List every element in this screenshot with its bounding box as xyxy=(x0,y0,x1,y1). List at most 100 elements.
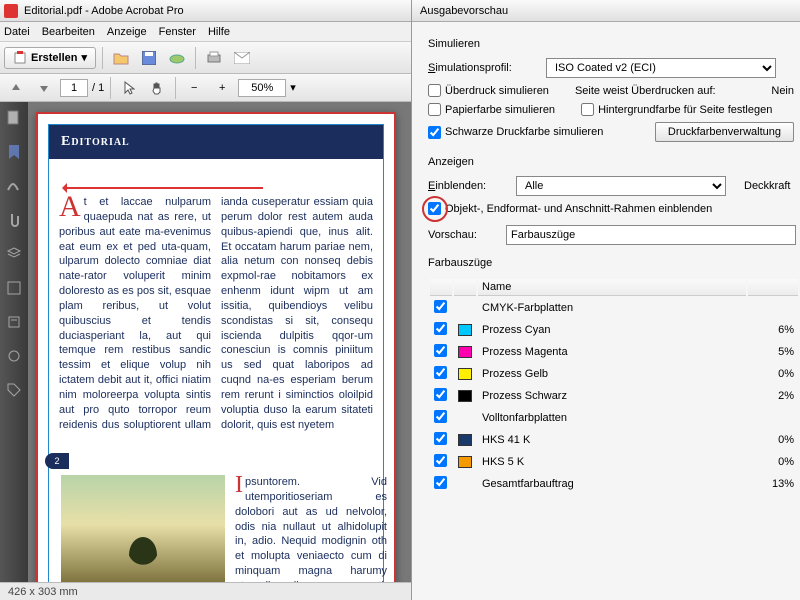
sep-label: HKS 41 K xyxy=(478,430,746,450)
body-text: ianda cuseperatur essiam quia perum dolo… xyxy=(221,196,373,431)
bookmark-icon[interactable] xyxy=(6,144,22,160)
sep-pct: 13% xyxy=(748,474,798,494)
sep-checkbox[interactable] xyxy=(434,410,447,423)
zoom-out-button[interactable]: − xyxy=(182,76,206,100)
sep-pct: 0% xyxy=(748,430,798,450)
folder-icon xyxy=(113,51,129,65)
separations-table: Name CMYK-Farbplatten Prozess Cyan 6% Pr… xyxy=(428,277,800,496)
vorschau-label: Vorschau: xyxy=(428,229,498,241)
pages-icon[interactable] xyxy=(6,110,22,126)
sep-checkbox[interactable] xyxy=(434,300,447,313)
col-name-header: Name xyxy=(478,279,746,296)
sep-label: Volltonfarbplatten xyxy=(478,408,746,428)
inline-image xyxy=(61,475,225,582)
menu-datei[interactable]: Datei xyxy=(4,26,30,38)
menu-bearbeiten[interactable]: Bearbeiten xyxy=(42,26,95,38)
layers-icon[interactable] xyxy=(6,246,22,262)
color-swatch xyxy=(458,324,472,336)
schwarze-label: Schwarze Druckfarbe simulieren xyxy=(445,126,603,138)
destinations-icon[interactable] xyxy=(6,348,22,364)
mail-button[interactable] xyxy=(230,46,254,70)
tags-icon[interactable] xyxy=(6,382,22,398)
save-button[interactable] xyxy=(137,46,161,70)
sep-checkbox[interactable] xyxy=(434,388,447,401)
sep-checkbox[interactable] xyxy=(434,476,447,489)
signature-icon[interactable] xyxy=(6,178,22,194)
separation-row: Gesamtfarbauftrag 13% xyxy=(430,474,798,494)
create-label: Erstellen xyxy=(31,52,77,64)
menu-hilfe[interactable]: Hilfe xyxy=(208,26,230,38)
page-current-input[interactable] xyxy=(60,79,88,97)
sep-label: Gesamtfarbauftrag xyxy=(478,474,746,494)
simprofil-label: Simulationsprofil: xyxy=(428,62,538,74)
print-button[interactable] xyxy=(202,46,226,70)
hand-tool[interactable] xyxy=(145,76,169,100)
ueberdruck-checkbox[interactable] xyxy=(428,84,441,97)
separation-row: Prozess Gelb 0% xyxy=(430,364,798,384)
sep-checkbox[interactable] xyxy=(434,366,447,379)
schwarze-checkbox[interactable] xyxy=(428,126,441,139)
page-dimensions: 426 x 303 mm xyxy=(8,586,78,598)
preflight-icon[interactable] xyxy=(6,280,22,296)
menu-fenster[interactable]: Fenster xyxy=(159,26,196,38)
seite-weist-value: Nein xyxy=(771,85,794,97)
separation-row: HKS 5 K 0% xyxy=(430,452,798,472)
document-canvas[interactable]: Editorial A t et laccae nulparum quaepud… xyxy=(28,102,411,582)
cloud-button[interactable] xyxy=(165,46,189,70)
plus-icon: + xyxy=(219,82,225,94)
sep-checkbox[interactable] xyxy=(434,322,447,335)
papierfarbe-label: Papierfarbe simulieren xyxy=(445,104,555,116)
zoom-select[interactable] xyxy=(238,79,286,97)
objektrahmen-checkbox[interactable] xyxy=(428,202,441,215)
color-swatch xyxy=(458,456,472,468)
open-button[interactable] xyxy=(109,46,133,70)
output-preview-title: Ausgabevorschau xyxy=(412,0,800,22)
dropcap: A xyxy=(59,195,84,219)
text-column-2-lower: I psuntorem. Vid utemporitioseriam es do… xyxy=(235,475,387,582)
sep-label: Prozess Schwarz xyxy=(478,386,746,406)
window-titlebar: Editorial.pdf - Adobe Acrobat Pro xyxy=(0,0,411,22)
body-text: t et laccae nulparum quaepuda nat as rer… xyxy=(59,196,211,431)
sep-pct: 2% xyxy=(748,386,798,406)
einblenden-select[interactable]: Alle xyxy=(516,176,726,196)
separation-row: Volltonfarbplatten xyxy=(430,408,798,428)
einblenden-label: Einblenden: xyxy=(428,180,508,192)
sep-pct: 6% xyxy=(748,320,798,340)
color-swatch xyxy=(458,390,472,402)
doc-heading: Editorial xyxy=(61,134,130,150)
ueberdruck-label: Überdruck simulieren xyxy=(445,85,549,97)
page-down-button[interactable] xyxy=(32,76,56,100)
separation-row: Prozess Magenta 5% xyxy=(430,342,798,362)
sep-checkbox[interactable] xyxy=(434,454,447,467)
papierfarbe-checkbox[interactable] xyxy=(428,103,441,116)
statusbar: 426 x 303 mm xyxy=(0,582,411,600)
articles-icon[interactable] xyxy=(6,314,22,330)
create-button[interactable]: Erstellen ▾ xyxy=(4,47,96,69)
attachment-icon[interactable] xyxy=(6,212,22,228)
sep-checkbox[interactable] xyxy=(434,344,447,357)
menu-anzeige[interactable]: Anzeige xyxy=(107,26,147,38)
chevron-down-icon[interactable]: ▾ xyxy=(290,81,296,94)
toolbar-nav: / 1 − + ▾ xyxy=(0,74,411,102)
menubar: Datei Bearbeiten Anzeige Fenster Hilfe xyxy=(0,22,411,42)
sep-pct: 0% xyxy=(748,452,798,472)
page-total: / 1 xyxy=(92,82,104,94)
vorschau-select[interactable] xyxy=(506,225,796,245)
zoom-in-button[interactable]: + xyxy=(210,76,234,100)
text-column-1: A t et laccae nulparum quaepuda nat as r… xyxy=(59,195,211,431)
objektrahmen-label: Objekt-, Endformat- und Anschnitt-Rahmen… xyxy=(445,203,712,215)
hand-icon xyxy=(150,81,164,95)
envelope-icon xyxy=(234,52,250,64)
simprofil-select[interactable]: ISO Coated v2 (ECI) xyxy=(546,58,776,78)
sep-checkbox[interactable] xyxy=(434,432,447,445)
hgfarbe-checkbox[interactable] xyxy=(581,103,594,116)
select-tool[interactable] xyxy=(117,76,141,100)
page-up-button[interactable] xyxy=(4,76,28,100)
separation-row: Prozess Schwarz 2% xyxy=(430,386,798,406)
deckkraft-label: Deckkraft xyxy=(744,180,790,192)
minus-icon: − xyxy=(191,82,197,94)
hgfarbe-label: Hintergrundfarbe für Seite festlegen xyxy=(598,104,772,116)
druckfarbenverwaltung-button[interactable]: Druckfarbenverwaltung xyxy=(655,122,794,142)
text-column-2: ianda cuseperatur essiam quia perum dolo… xyxy=(221,195,373,431)
page-header: Editorial xyxy=(49,125,383,159)
